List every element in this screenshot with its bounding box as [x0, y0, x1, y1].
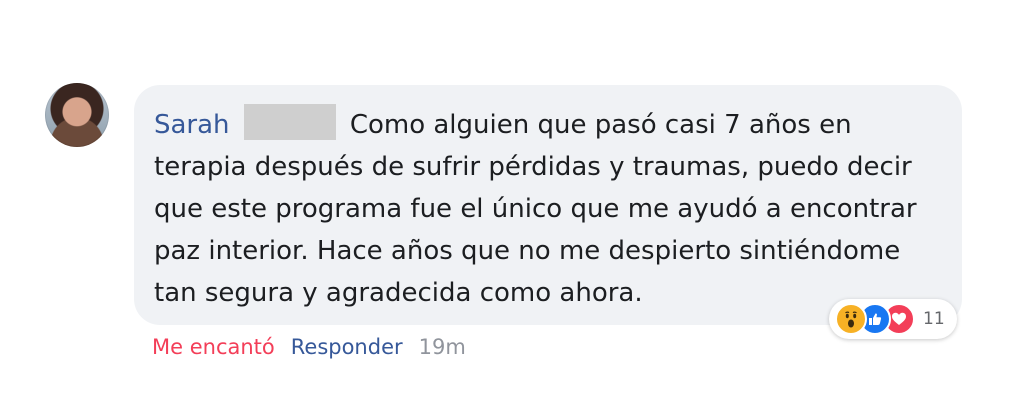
comment-actions: Me encantó Responder 19m: [152, 335, 466, 359]
comment-body: Sarah Como alguien que pasó casi 7 años …: [154, 104, 934, 314]
reply-link[interactable]: Responder: [291, 335, 403, 359]
love-reaction-link[interactable]: Me encantó: [152, 335, 275, 359]
comment-author[interactable]: Sarah: [154, 110, 230, 140]
reaction-summary[interactable]: 11: [829, 299, 957, 339]
redacted-name-block: [243, 104, 336, 140]
comment-timestamp[interactable]: 19m: [419, 335, 466, 359]
reaction-count: 11: [923, 309, 945, 329]
comment-bubble: Sarah Como alguien que pasó casi 7 años …: [134, 85, 962, 325]
wow-icon: [835, 303, 867, 335]
commenter-avatar[interactable]: [45, 83, 109, 147]
